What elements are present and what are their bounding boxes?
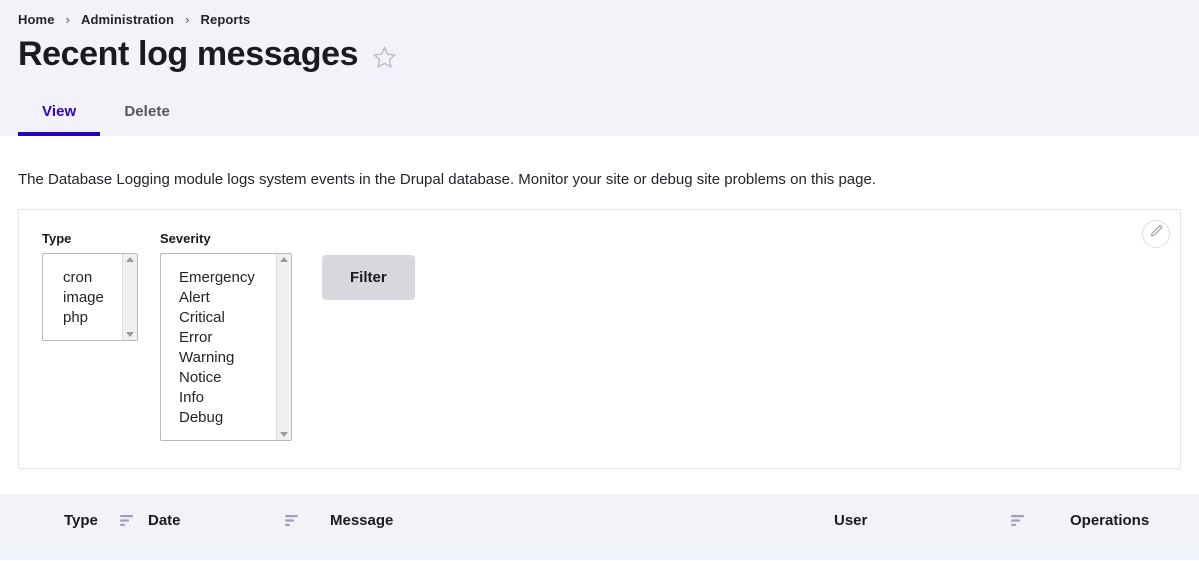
primary-tabs: View Delete [18,93,194,136]
breadcrumb-item-home[interactable]: Home [18,12,55,27]
sort-icon[interactable] [119,515,133,526]
table-cell [0,546,1199,560]
breadcrumb-separator: › [65,12,70,27]
column-header-operations-label: Operations [1070,512,1150,529]
page-description: The Database Logging module logs system … [18,171,876,188]
breadcrumb-item-administration[interactable]: Administration [81,12,174,27]
scroll-up-arrow-icon[interactable] [126,257,134,262]
scroll-down-arrow-icon[interactable] [280,432,288,437]
tab-delete[interactable]: Delete [100,93,194,136]
column-header-user[interactable]: User [834,494,1070,546]
filter-severity-label: Severity [160,231,211,246]
filter-severity-option[interactable]: Alert [179,288,276,308]
breadcrumb-separator: › [185,12,190,27]
column-header-type[interactable]: Type [0,494,148,546]
breadcrumb-item-reports[interactable]: Reports [201,12,251,27]
filter-type-label: Type [42,231,72,246]
pencil-icon [1149,224,1164,244]
filter-severity-option[interactable]: Debug [179,408,276,428]
sort-icon[interactable] [284,515,298,526]
filter-type-option[interactable]: image [63,288,122,308]
filter-severity-scrollbar[interactable] [276,254,291,440]
filter-severity-item: Severity Emergency Alert Critical Error … [160,231,292,441]
filter-type-select[interactable]: cron image php [42,253,138,341]
page-header: Home › Administration › Reports Recent l… [0,0,1199,136]
log-messages-table: Type Date Message User Operations [0,494,1199,560]
filter-form: Type cron image php Severity Emergency A… [19,210,1180,441]
filter-severity-option[interactable]: Warning [179,348,276,368]
column-header-message: Message [330,494,834,546]
table-header: Type Date Message User Operations [0,494,1199,546]
filter-severity-select[interactable]: Emergency Alert Critical Error Warning N… [160,253,292,441]
filter-type-scrollbar[interactable] [122,254,137,340]
filter-severity-option[interactable]: Error [179,328,276,348]
filter-type-options: cron image php [43,254,122,340]
filter-severity-option[interactable]: Critical [179,308,276,328]
filter-type-item: Type cron image php [42,231,138,341]
filter-severity-options: Emergency Alert Critical Error Warning N… [161,254,276,440]
column-header-message-label: Message [330,512,394,529]
sort-icon[interactable] [1011,515,1025,526]
column-header-date-label: Date [148,512,181,529]
scroll-up-arrow-icon[interactable] [280,257,288,262]
scroll-down-arrow-icon[interactable] [126,332,134,337]
column-header-user-label: User [834,512,868,529]
contextual-links-button[interactable] [1142,220,1170,248]
column-header-operations: Operations [1070,494,1199,546]
main-content: The Database Logging module logs system … [0,169,1199,560]
filter-type-option[interactable]: php [63,308,122,328]
filter-severity-option[interactable]: Notice [179,368,276,388]
table-header-row: Type Date Message User Operations [0,494,1199,546]
title-row: Recent log messages [18,35,1199,73]
column-header-date[interactable]: Date [148,494,330,546]
table-body [0,546,1199,560]
column-header-type-label: Type [64,512,98,529]
tab-view[interactable]: View [18,93,101,136]
page-title: Recent log messages [18,35,359,73]
breadcrumb: Home › Administration › Reports [18,0,1199,27]
filter-submit-button[interactable]: Filter [322,255,415,300]
table-row[interactable] [0,546,1199,560]
filter-severity-option[interactable]: Info [179,388,276,408]
filter-severity-option[interactable]: Emergency [179,268,276,288]
filter-panel: Type cron image php Severity Emergency A… [18,209,1181,469]
star-outline-icon[interactable] [372,45,397,70]
filter-type-option[interactable]: cron [63,268,122,288]
